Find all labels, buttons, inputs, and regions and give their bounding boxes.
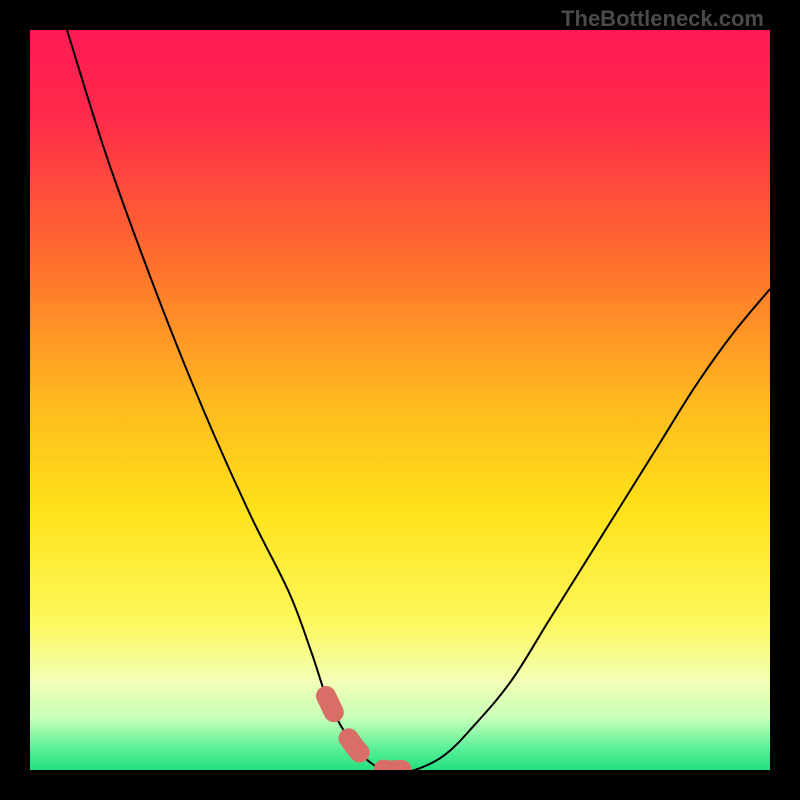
plot-area [30,30,770,770]
optimal-range-marker [326,696,415,770]
chart-svg [30,30,770,770]
watermark-text: TheBottleneck.com [561,6,764,32]
bottleneck-curve [67,30,770,770]
outer-frame: TheBottleneck.com [0,0,800,800]
